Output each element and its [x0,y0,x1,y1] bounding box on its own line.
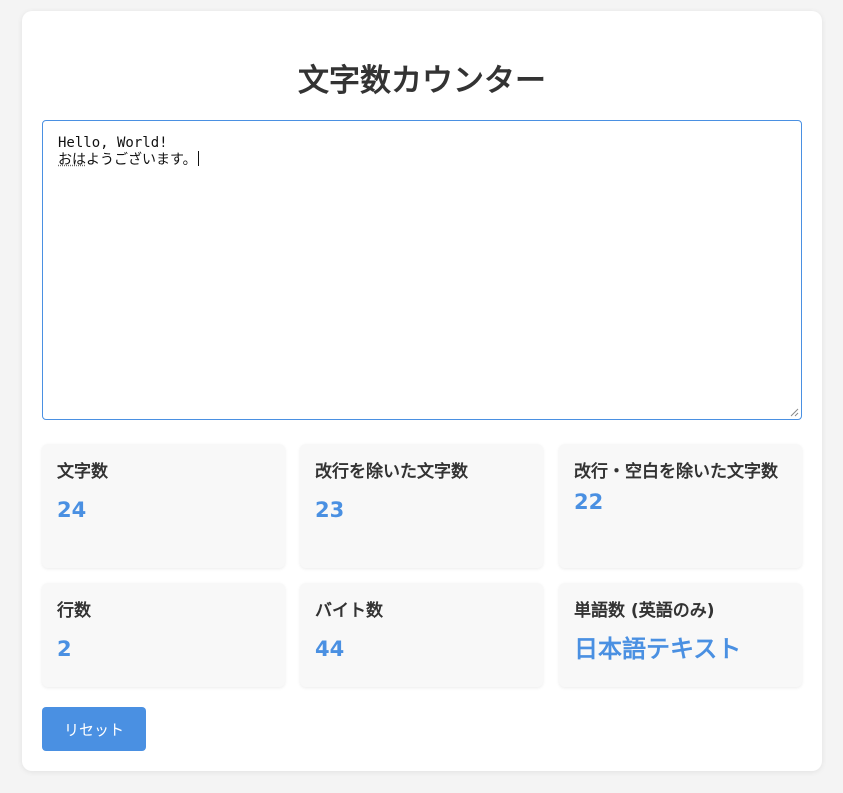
stat-value: 24 [57,498,87,522]
stat-label: 改行・空白を除いた文字数 [574,462,778,482]
text-line-2-rest: ようございます。 [86,152,197,168]
counter-card: 文字数カウンター Hello, World! おはようございます。 文字数 24 … [22,11,822,771]
stat-label: 文字数 [57,462,108,482]
text-input-content[interactable]: Hello, World! おはようございます。 [43,121,801,419]
resize-grip-icon[interactable] [790,408,799,417]
stat-label: 単語数 (英語のみ) [574,601,715,621]
stat-label: バイト数 [315,601,383,621]
stat-card-bytes: バイト数 44 [300,583,543,687]
stat-value: 22 [574,490,604,514]
stat-label: 改行を除いた文字数 [315,462,468,482]
stat-card-chars-no-whitespace: 改行・空白を除いた文字数 22 [559,444,802,568]
stat-value: 日本語テキスト [574,635,742,663]
stat-value: 2 [57,637,72,661]
stat-value: 44 [315,637,345,661]
reset-button[interactable]: リセット [42,707,146,751]
stat-label: 行数 [57,601,91,621]
text-input[interactable]: Hello, World! おはようございます。 [42,120,802,420]
page-title: 文字数カウンター [298,63,546,99]
stat-card-chars: 文字数 24 [42,444,285,568]
stat-card-chars-no-newline: 改行を除いた文字数 23 [300,444,543,568]
stat-value: 23 [315,498,345,522]
text-line-2: おはようございます。 [58,151,786,168]
text-caret [197,151,199,166]
stat-card-lines: 行数 2 [42,583,285,687]
stat-card-words: 単語数 (英語のみ) 日本語テキスト [559,583,802,687]
text-line-1: Hello, World! [58,135,168,151]
ime-composition-text: おは [58,152,86,168]
